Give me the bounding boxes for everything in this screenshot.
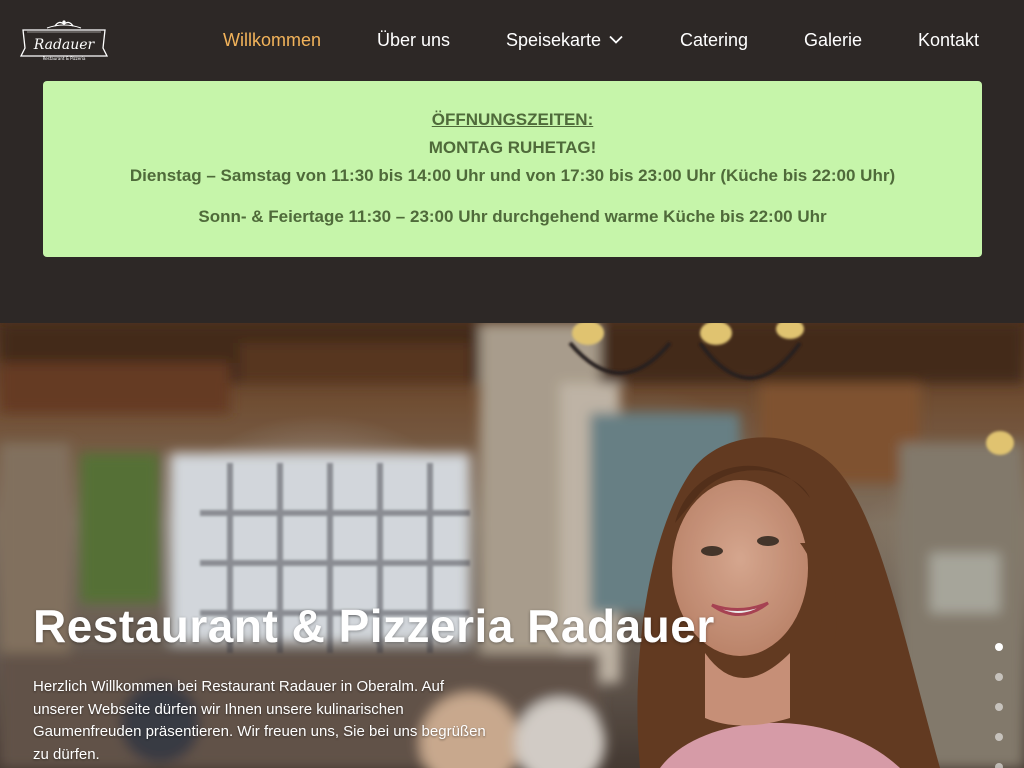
opening-hours-box: ÖFFNUNGSZEITEN: MONTAG RUHETAG! Dienstag… (43, 81, 982, 257)
hero-title: Restaurant & Pizzeria Radauer (33, 600, 715, 652)
weekday-hours: Dienstag – Samstag von 11:30 bis 14:00 U… (129, 166, 896, 185)
nav-item-willkommen[interactable]: Willkommen (223, 29, 321, 51)
nav-item-speisekarte-label: Speisekarte (506, 30, 602, 50)
site-header: Radauer Restaurant & Pizzeria Willkommen… (0, 0, 1024, 80)
closed-day-note: MONTAG RUHETAG! (428, 138, 597, 157)
main-nav: Willkommen Über uns Speisekarte Catering… (0, 29, 1024, 53)
slider-dot[interactable] (995, 673, 1003, 681)
slider-dot[interactable] (995, 643, 1003, 651)
nav-item-kontakt[interactable]: Kontakt (918, 29, 979, 51)
hero-slider: Restaurant & Pizzeria Radauer Herzlich W… (0, 323, 1024, 768)
nav-item-galerie[interactable]: Galerie (804, 29, 862, 51)
svg-text:Restaurant & Pizzeria: Restaurant & Pizzeria (43, 56, 86, 61)
chevron-down-icon (609, 36, 623, 45)
nav-item-ueber-uns[interactable]: Über uns (377, 29, 450, 51)
hero-text: Herzlich Willkommen bei Restaurant Radau… (33, 678, 486, 763)
slider-dot[interactable] (995, 733, 1003, 741)
opening-hours-heading: ÖFFNUNGSZEITEN: (431, 110, 594, 129)
slider-pagination (995, 643, 1003, 768)
slider-dot[interactable] (995, 763, 1003, 768)
nav-item-catering[interactable]: Catering (680, 29, 748, 51)
holiday-hours: Sonn- & Feiertage 11:30 – 23:00 Uhr durc… (198, 207, 827, 226)
slider-dot[interactable] (995, 703, 1003, 711)
nav-item-speisekarte[interactable]: Speisekarte (506, 29, 623, 51)
